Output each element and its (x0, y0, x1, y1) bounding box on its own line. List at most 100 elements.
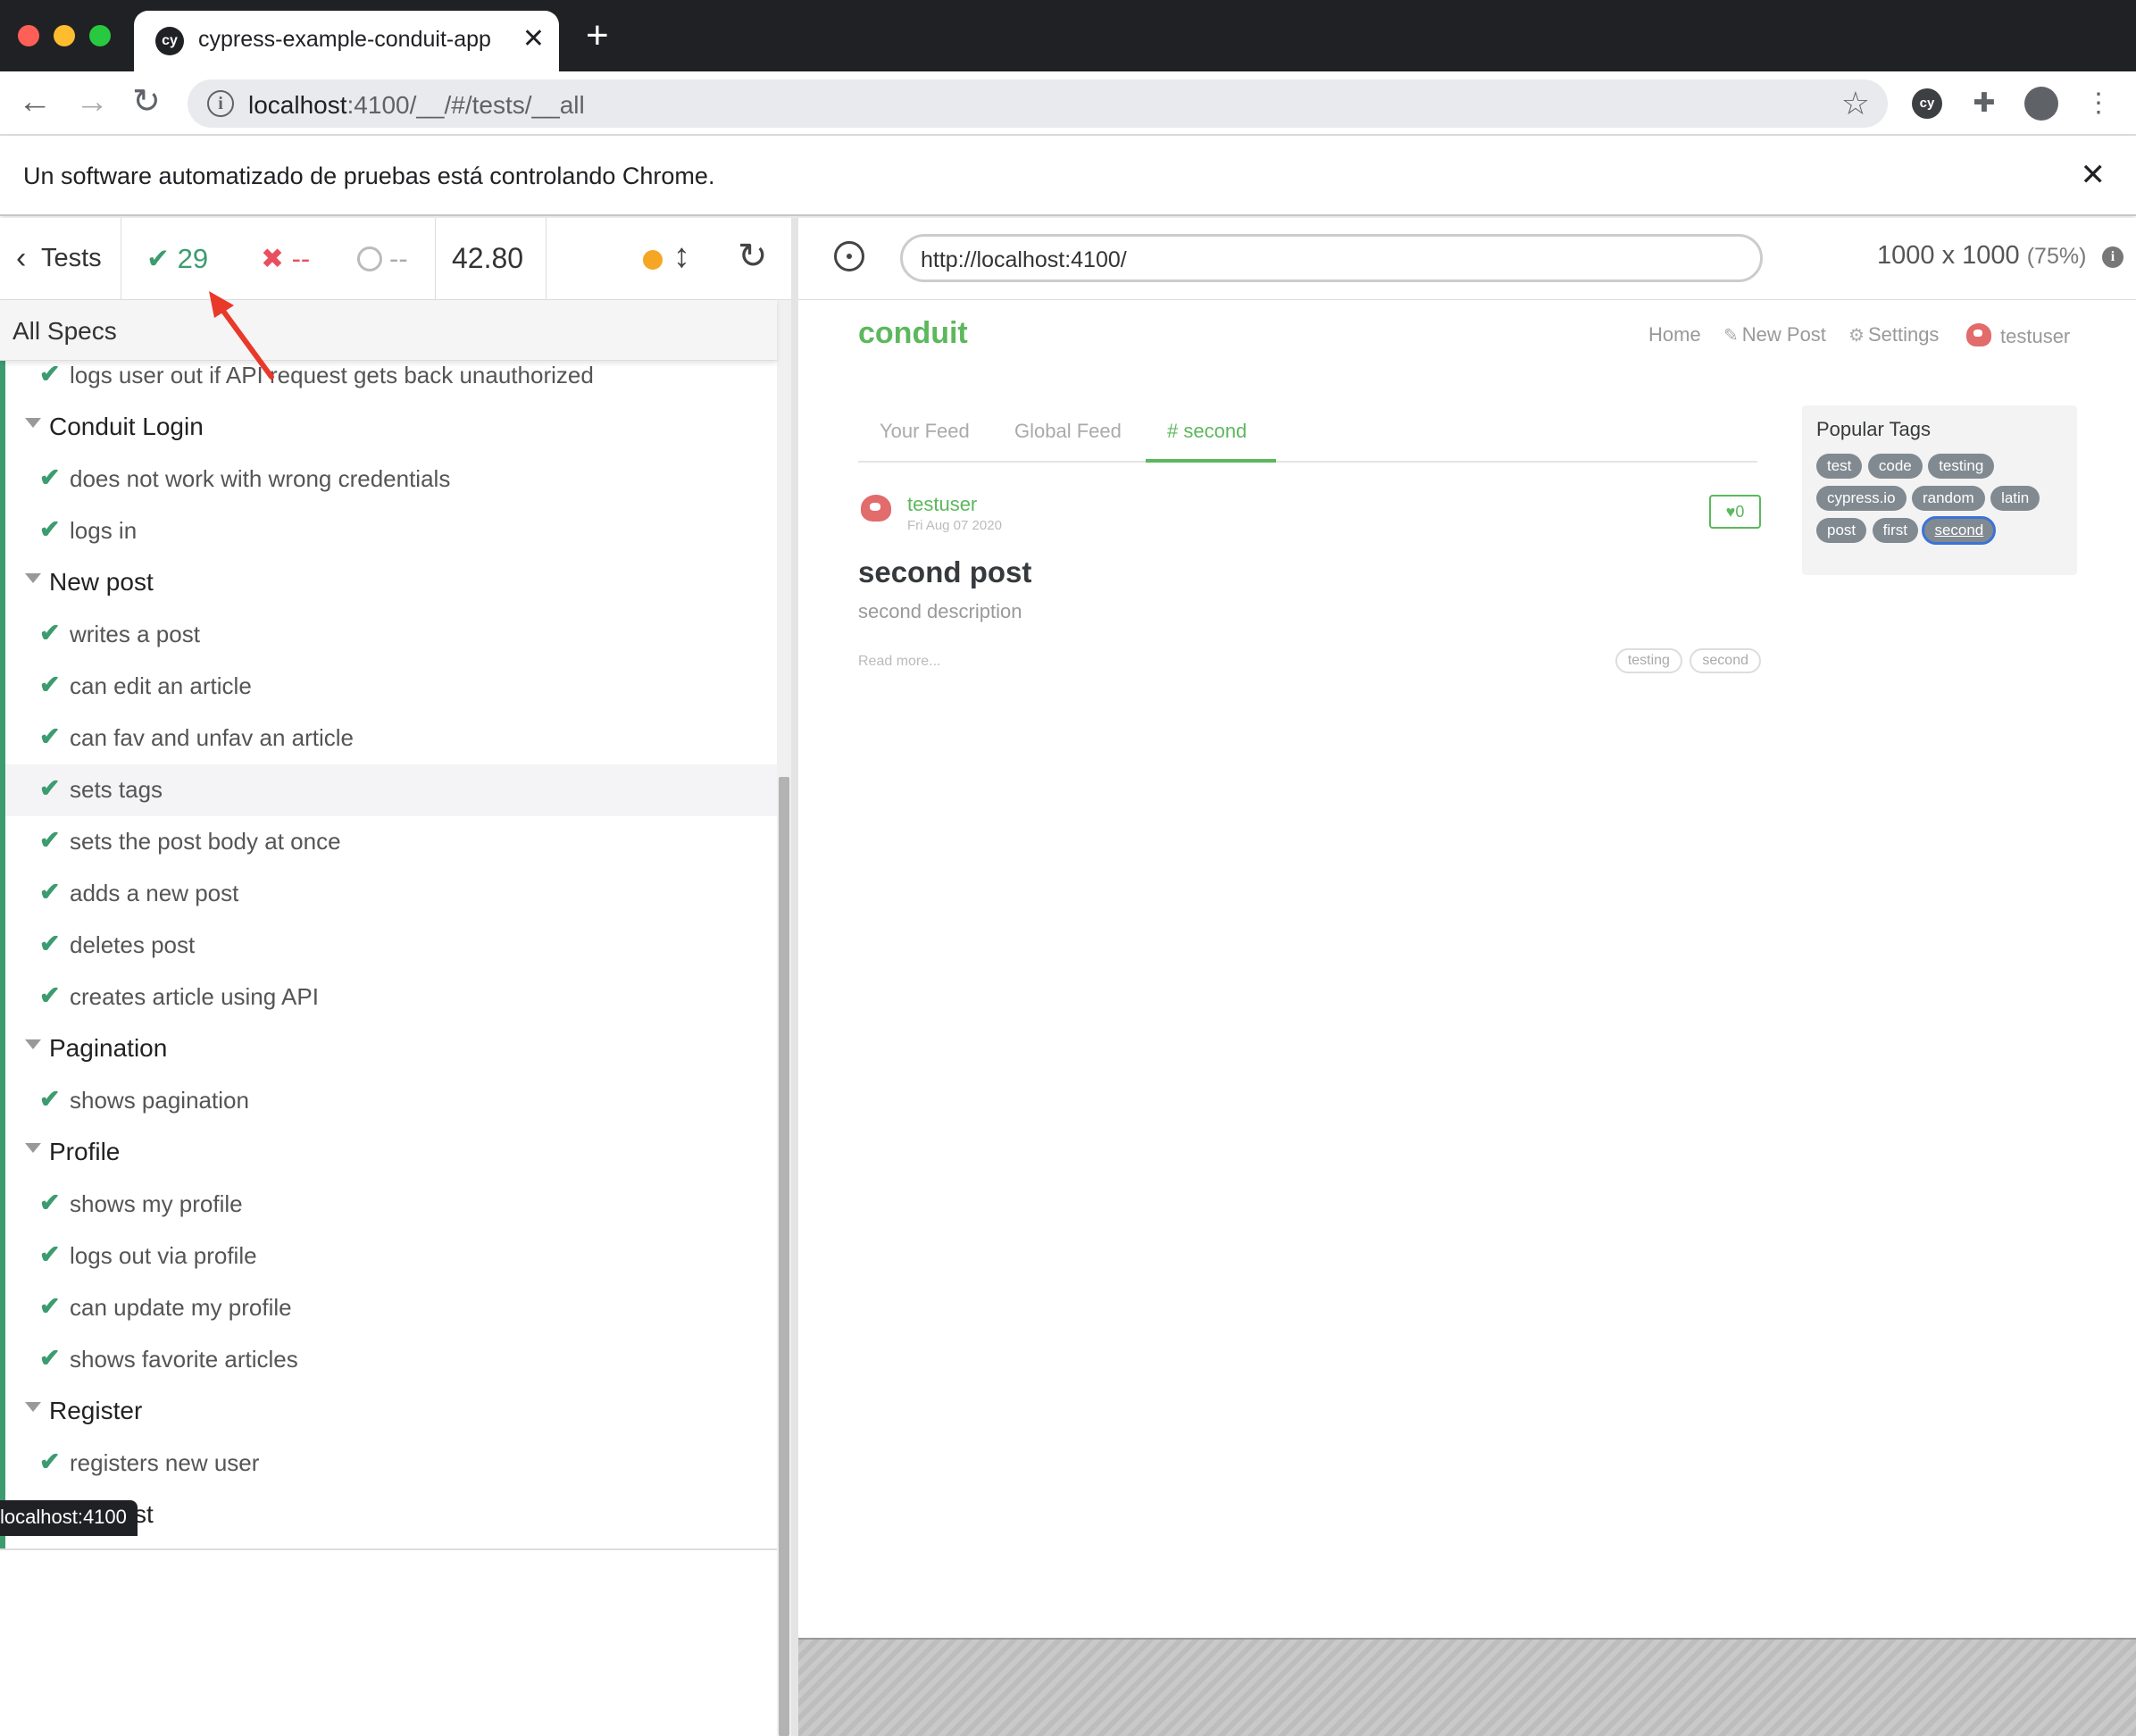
test-row[interactable]: ✔ logs in (5, 505, 777, 557)
minimize-window-button[interactable] (54, 25, 75, 46)
close-window-button[interactable] (18, 25, 39, 46)
test-row[interactable]: ✔ can edit an article (5, 661, 777, 713)
rerun-tests-icon[interactable]: ↻ (738, 236, 768, 277)
app-under-test: conduit Home ✎ New Post ⚙ Settings testuse… (798, 300, 2136, 1638)
selector-playground-icon[interactable] (834, 241, 864, 271)
infobar-close-icon[interactable]: ✕ (2081, 157, 2107, 193)
tag-pill[interactable]: cypress.io (1816, 486, 1907, 511)
extensions-puzzle-icon[interactable]: ✚ (1966, 86, 2002, 121)
test-row[interactable]: ✔ adds a new post (5, 868, 777, 920)
aut-url-text: http://localhost:4100/ (921, 247, 1127, 272)
reporter-scrollbar[interactable] (777, 300, 791, 1736)
tag-pill[interactable]: post (1816, 518, 1867, 543)
caret-down-icon[interactable] (25, 1143, 41, 1153)
menu-kebab-icon[interactable]: ⋮ (2081, 86, 2116, 121)
article-author-avatar[interactable] (861, 495, 891, 522)
nav-new-post-link[interactable]: ✎ New Post (1723, 323, 1826, 346)
nav-home-link[interactable]: Home (1648, 323, 1701, 346)
tests-label: Tests (41, 244, 102, 272)
passed-check-icon: ✔ (39, 463, 61, 491)
article-author-link[interactable]: testuser (907, 493, 977, 516)
cypress-extension-icon[interactable]: cy (1909, 86, 1945, 121)
close-tab-icon[interactable]: ✕ (522, 23, 545, 54)
viewport-size: 1000 x 1000 (75%) (1877, 241, 2087, 270)
suite-row[interactable]: Conduit Login (5, 402, 777, 454)
test-row[interactable]: ✔ shows my profile (5, 1179, 777, 1231)
passed-check-icon: ✔ (39, 722, 61, 750)
test-title: shows favorite articles (70, 1346, 298, 1373)
browser-tab[interactable]: cy cypress-example-conduit-app ✕ (134, 11, 559, 71)
tests-back-button[interactable]: ‹ Tests (0, 218, 121, 300)
reload-icon[interactable]: ↻ (132, 84, 161, 120)
back-arrow-icon[interactable]: ← (18, 84, 52, 120)
conduit-brand-link[interactable]: conduit (858, 316, 968, 351)
passed-check-icon: ✔ (39, 1292, 61, 1320)
caret-down-icon[interactable] (25, 1039, 41, 1049)
test-title: deletes post (70, 931, 196, 958)
maximize-window-button[interactable] (89, 25, 111, 46)
test-row[interactable]: ✔ can fav and unfav an article (5, 713, 777, 764)
suite-row[interactable]: Pagination (5, 1023, 777, 1075)
tag-pill[interactable]: testing (1928, 454, 1995, 479)
article-tag-list: testing second (1612, 648, 1761, 673)
suite-row[interactable]: Register (5, 1386, 777, 1438)
tab-global-feed[interactable]: Global Feed (1014, 420, 1122, 443)
suite-row[interactable]: New post (5, 557, 777, 609)
nav-settings-link[interactable]: ⚙ Settings (1848, 323, 1939, 346)
auto-scroll-toggle-icon[interactable]: ↕ (673, 238, 690, 276)
test-row[interactable]: ✔ shows pagination (5, 1075, 777, 1127)
test-row[interactable]: ✔tags article (5, 1541, 777, 1548)
test-title: can update my profile (70, 1294, 292, 1321)
favorite-button[interactable]: ♥0 (1709, 495, 1761, 529)
viewport-overflow-area (798, 1638, 2136, 1736)
viewport-info-icon[interactable]: i (2102, 246, 2123, 268)
article-title[interactable]: second post (858, 555, 1031, 589)
test-row[interactable]: ✔ sets tags (5, 764, 777, 816)
nav-user-link[interactable]: testuser (1966, 323, 2070, 348)
test-row[interactable]: ✔ shows favorite articles (5, 1334, 777, 1386)
suite-title: Pagination (49, 1034, 168, 1062)
test-row[interactable]: ✔ registers new user (5, 1438, 777, 1490)
passed-check-icon: ✔ (39, 515, 61, 543)
panel-resizer[interactable] (791, 218, 798, 1736)
tag-pill[interactable]: latin (1990, 486, 2040, 511)
caret-down-icon[interactable] (25, 418, 41, 428)
read-more-link[interactable]: Read more... (858, 654, 940, 670)
auto-scroll-indicator-icon (643, 250, 663, 270)
test-row[interactable]: ✔ deletes post (5, 920, 777, 972)
tag-pill[interactable]: first (1872, 518, 1918, 543)
suite-row[interactable]: Profile (5, 1127, 777, 1179)
test-row[interactable]: ✔ logs out via profile (5, 1231, 777, 1282)
passed-check-icon: ✔ (39, 1448, 61, 1475)
browser-toolbar: ← → ↻ i localhost:4100/__/#/tests/__all … (0, 71, 2136, 136)
article-description[interactable]: second description (858, 600, 1022, 623)
test-title: shows my profile (70, 1190, 243, 1217)
tab-tag-feed[interactable]: # second (1167, 420, 1247, 443)
site-info-icon[interactable]: i (207, 90, 234, 117)
test-row[interactable]: ✔ can update my profile (5, 1282, 777, 1334)
caret-down-icon[interactable] (25, 573, 41, 583)
forward-arrow-icon[interactable]: → (75, 84, 109, 120)
bookmark-star-icon[interactable]: ☆ (1841, 85, 1870, 122)
suite-title: Register (49, 1397, 143, 1424)
test-row[interactable]: ✔ writes a post (5, 609, 777, 661)
passed-check-icon: ✔ (39, 671, 61, 698)
test-row[interactable]: ✔ sets the post body at once (5, 816, 777, 868)
passed-check-icon: ✔ (39, 878, 61, 906)
test-row[interactable]: ✔ creates article using API (5, 972, 777, 1023)
test-row[interactable]: ✔ does not work with wrong credentials (5, 454, 777, 505)
passed-check-icon: ✔ (39, 981, 61, 1009)
tag-pill[interactable]: test (1816, 454, 1863, 479)
tag-pill-selected[interactable]: second (1922, 516, 1997, 545)
test-row[interactable]: ✔ logs user out if API request gets back … (5, 361, 777, 402)
profile-avatar-icon[interactable] (2023, 86, 2059, 121)
reporter-scrollbar-thumb[interactable] (779, 777, 789, 1736)
tab-your-feed[interactable]: Your Feed (880, 420, 970, 443)
caret-down-icon[interactable] (25, 1402, 41, 1412)
address-bar[interactable]: i localhost:4100/__/#/tests/__all ☆ (188, 79, 1888, 128)
tag-pill[interactable]: random (1911, 486, 1985, 511)
new-tab-icon[interactable]: + (586, 16, 609, 55)
passed-count: ✔ 29 (146, 243, 209, 274)
tag-pill[interactable]: code (1867, 454, 1923, 479)
all-specs-header: All Specs (0, 300, 777, 361)
